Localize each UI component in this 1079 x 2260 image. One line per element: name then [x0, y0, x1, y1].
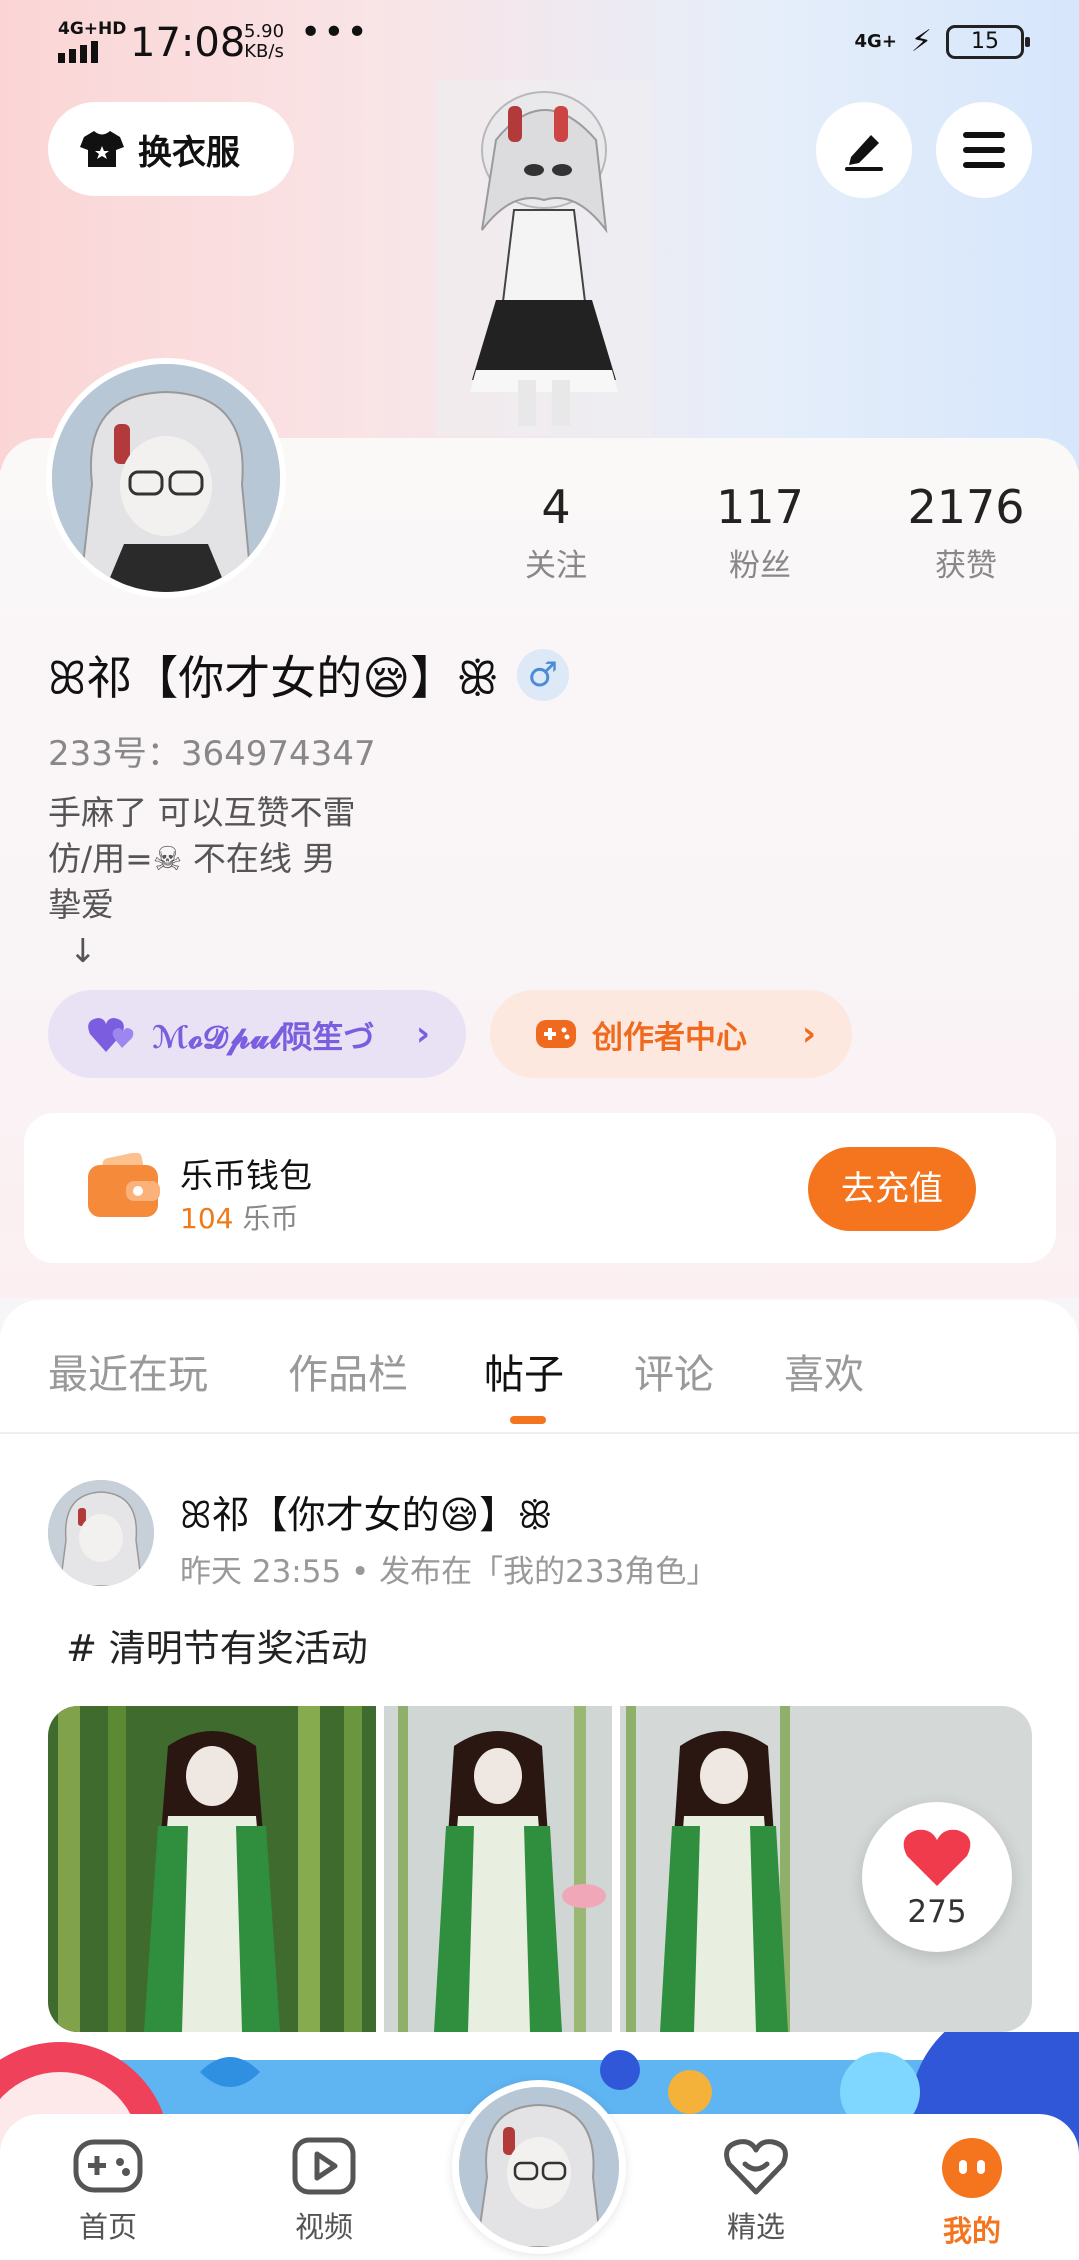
post-author-name[interactable]: ꕤ祁【你才女的😪】ꕥ	[180, 1484, 553, 1539]
heart-icon	[903, 1829, 971, 1886]
heart-icon	[724, 2139, 788, 2195]
post-image[interactable]	[384, 1706, 612, 2032]
battery-icon: 15	[946, 24, 1030, 59]
clock: 17:08	[130, 20, 246, 66]
edit-profile-button[interactable]	[816, 102, 912, 198]
stat-following[interactable]: 4 关注	[466, 480, 646, 585]
charging-icon: ⚡	[910, 24, 932, 59]
speed-unit: KB/s	[244, 41, 284, 62]
network-speed: 5.90 KB/s	[244, 22, 284, 62]
wallet-balance: 104 乐币	[180, 1197, 298, 1237]
followers-label: 粉丝	[729, 548, 791, 584]
post-image[interactable]	[48, 1706, 376, 2032]
nav-featured-label: 精选	[726, 2210, 785, 2244]
wallet-icon	[88, 1153, 160, 1217]
likes-label: 获赞	[935, 548, 997, 584]
tab-likes[interactable]: 喜欢	[784, 1342, 864, 1400]
speed-value: 5.90	[244, 21, 285, 42]
status-bar: 4G+HD 17:08 5.90 KB/s ••• 4G+ ⚡ 15	[0, 0, 1079, 84]
bio: 手麻了 可以互赞不雷 仿/用=☠ 不在线 男 挚爱 ↓	[48, 793, 356, 970]
nav-me[interactable]: 我的	[912, 2136, 1032, 2250]
nav-me-label: 我的	[942, 2214, 1001, 2248]
nav-featured[interactable]: 精选	[696, 2136, 816, 2246]
active-tab-indicator	[510, 1416, 546, 1424]
tab-works[interactable]: 作品栏	[288, 1342, 408, 1400]
avatar[interactable]	[46, 358, 286, 598]
chevron-right-icon: ›	[415, 1014, 430, 1054]
nickname: ꕤ祁【你才女的😪】ꕥ ♂	[48, 642, 569, 708]
nav-home-label: 首页	[78, 2210, 137, 2244]
signal-indicator: 4G+HD	[58, 20, 126, 63]
like-count: 275	[907, 1894, 967, 1930]
stat-likes[interactable]: 2176 获赞	[876, 480, 1056, 585]
gamepad-icon	[536, 1020, 576, 1048]
chevron-right-icon: ›	[801, 1014, 816, 1054]
network-right-label: 4G+	[854, 31, 897, 52]
creator-center-label: 创作者中心	[592, 1019, 747, 1056]
like-button[interactable]: 275	[862, 1802, 1012, 1952]
change-outfit-label: 换衣服	[138, 132, 240, 173]
wallet-card[interactable]: 乐币钱包 104 乐币 去充值	[24, 1113, 1056, 1263]
avatar-3d-figure[interactable]	[436, 80, 652, 436]
pen-icon	[845, 135, 883, 171]
gamepad-icon	[73, 2139, 143, 2193]
menu-icon	[963, 132, 1005, 168]
partner-button[interactable]: ℳ𝓸𝓓𝓹𝓾𝓵陨笙づ ›	[48, 990, 466, 1078]
post-author-avatar[interactable]	[48, 1480, 154, 1586]
post-topic-tag[interactable]: # 清明节有奖活动	[66, 1618, 368, 1672]
signal-bars-icon	[58, 41, 126, 63]
avatar-portrait-image	[52, 364, 280, 592]
followers-count: 117	[716, 480, 804, 534]
network-label: 4G+HD	[58, 19, 127, 39]
bamboo-photo-1	[48, 1706, 376, 2032]
nav-video-label: 视频	[294, 2210, 353, 2244]
face-icon	[942, 2138, 1002, 2198]
wallet-unit: 乐币	[242, 1202, 299, 1235]
bamboo-photo-2	[384, 1706, 612, 2032]
video-icon	[292, 2137, 356, 2195]
likes-count: 2176	[907, 480, 1025, 534]
wallet-amount: 104	[180, 1202, 234, 1235]
double-heart-icon	[88, 1018, 134, 1052]
tab-recently-played[interactable]: 最近在玩	[48, 1342, 208, 1400]
tab-posts[interactable]: 帖子	[484, 1342, 564, 1400]
nav-home[interactable]: 首页	[48, 2136, 168, 2246]
following-count: 4	[541, 480, 571, 534]
change-outfit-button[interactable]: 换衣服	[48, 102, 294, 196]
partner-label: ℳ𝓸𝓓𝓹𝓾𝓵陨笙づ	[152, 1019, 375, 1056]
nav-video[interactable]: 视频	[264, 2136, 384, 2246]
wallet-title: 乐币钱包	[180, 1156, 312, 1195]
male-gender-icon: ♂	[516, 649, 569, 701]
more-notifications-icon: •••	[300, 12, 370, 53]
stat-followers[interactable]: 117 粉丝	[670, 480, 850, 585]
recharge-button[interactable]: 去充值	[808, 1147, 976, 1231]
profile-tabs: 最近在玩 作品栏 帖子 评论 喜欢	[0, 1300, 1079, 1434]
user-id[interactable]: 233号：364974347	[48, 726, 376, 775]
nickname-text: ꕤ祁【你才女的😪】ꕥ	[48, 651, 499, 705]
center-avatar-image	[459, 2087, 619, 2247]
shirt-icon	[80, 131, 124, 167]
tab-comments[interactable]: 评论	[634, 1342, 714, 1400]
post-meta: 昨天 23:55 • 发布在「我的233角色」	[180, 1554, 718, 1590]
menu-button[interactable]	[936, 102, 1032, 198]
center-avatar-button[interactable]	[452, 2080, 626, 2254]
author-avatar-image	[48, 1480, 154, 1586]
status-right: 4G+ ⚡ 15	[854, 24, 1030, 59]
creator-center-button[interactable]: 创作者中心 ›	[490, 990, 852, 1078]
following-label: 关注	[525, 548, 587, 584]
